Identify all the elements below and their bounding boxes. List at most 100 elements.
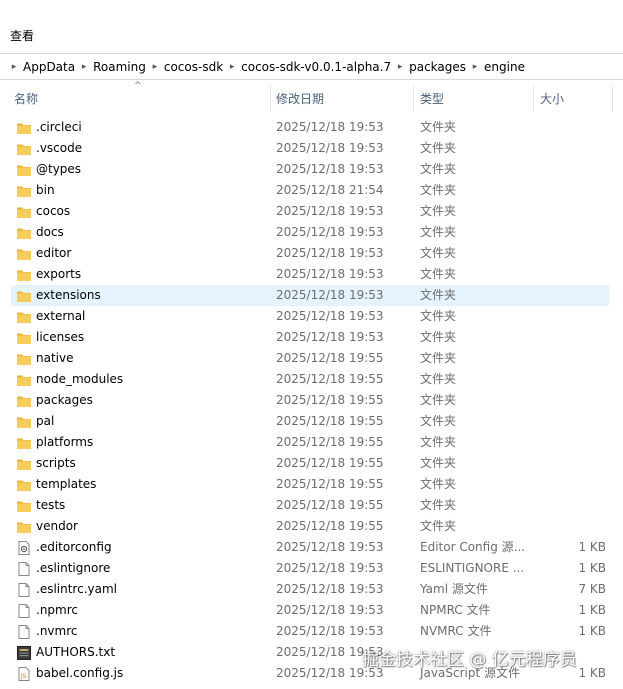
file-name[interactable]: bin <box>36 180 55 201</box>
column-size[interactable]: 大小 <box>540 84 564 114</box>
file-type: 文件夹 <box>420 414 457 428</box>
chevron-right-icon[interactable]: ▸ <box>394 62 406 72</box>
folder-row[interactable]: bin 2025/12/18 21:54 文件夹 <box>0 180 623 201</box>
folder-row[interactable]: editor 2025/12/18 19:53 文件夹 <box>0 243 623 264</box>
file-name[interactable]: .nvmrc <box>36 621 77 642</box>
folder-row[interactable]: licenses 2025/12/18 19:53 文件夹 <box>0 327 623 348</box>
chevron-right-icon[interactable]: ▸ <box>149 62 161 72</box>
folder-icon <box>16 351 32 367</box>
file-name[interactable]: templates <box>36 474 96 495</box>
file-type: 文件夹 <box>420 162 457 176</box>
chevron-right-icon[interactable]: ▸ <box>226 62 238 72</box>
file-date: 2025/12/18 19:53 <box>276 141 384 155</box>
file-name[interactable]: .editorconfig <box>36 537 112 558</box>
folder-icon <box>16 246 32 262</box>
config-file-icon <box>16 540 32 556</box>
file-name[interactable]: external <box>36 306 85 327</box>
file-name[interactable]: pal <box>36 411 54 432</box>
folder-row[interactable]: scripts 2025/12/18 19:55 文件夹 <box>0 453 623 474</box>
column-divider[interactable] <box>533 86 534 112</box>
file-icon <box>16 561 32 577</box>
file-name[interactable]: editor <box>36 243 71 264</box>
folder-row[interactable]: tests 2025/12/18 19:55 文件夹 <box>0 495 623 516</box>
file-row[interactable]: .editorconfig 2025/12/18 19:53 Editor Conf… <box>0 537 623 558</box>
address-bar[interactable]: ▸ AppData ▸ Roaming ▸ cocos-sdk ▸ cocos-sdk-v0.… <box>0 53 623 80</box>
file-name[interactable]: exports <box>36 264 81 285</box>
file-name[interactable]: packages <box>36 390 93 411</box>
file-name[interactable]: .circleci <box>36 117 82 138</box>
file-name[interactable]: extensions <box>36 285 101 306</box>
file-type: 文件夹 <box>420 183 457 197</box>
watermark: 掘金技术社区 @ 亿元程序员 <box>362 650 577 670</box>
file-name[interactable]: docs <box>36 222 64 243</box>
breadcrumb-item[interactable]: Roaming <box>90 60 149 74</box>
file-row[interactable]: .eslintignore 2025/12/18 19:53 ESLINTIGNOR… <box>0 558 623 579</box>
file-row[interactable]: .nvmrc 2025/12/18 19:53 NVMRC 文件 1 KB <box>0 621 623 642</box>
file-name[interactable]: .eslintrc.yaml <box>36 579 117 600</box>
folder-icon <box>16 519 32 535</box>
breadcrumb-item[interactable]: cocos-sdk-v0.0.1-alpha.7 <box>238 60 394 74</box>
folder-row[interactable]: cocos 2025/12/18 19:53 文件夹 <box>0 201 623 222</box>
column-divider[interactable] <box>270 86 271 112</box>
breadcrumb-item[interactable]: AppData <box>20 60 78 74</box>
column-divider[interactable] <box>612 86 613 112</box>
folder-row[interactable]: node_modules 2025/12/18 19:55 文件夹 <box>0 369 623 390</box>
file-name[interactable]: babel.config.js <box>36 663 123 684</box>
file-name[interactable]: tests <box>36 495 65 516</box>
folder-row[interactable]: external 2025/12/18 19:53 文件夹 <box>0 306 623 327</box>
file-date: 2025/12/18 19:53 <box>276 267 384 281</box>
folder-row[interactable]: templates 2025/12/18 19:55 文件夹 <box>0 474 623 495</box>
file-name[interactable]: .vscode <box>36 138 82 159</box>
file-name[interactable]: .eslintignore <box>36 558 110 579</box>
file-name[interactable]: AUTHORS.txt <box>36 642 115 663</box>
folder-row[interactable]: docs 2025/12/18 19:53 文件夹 <box>0 222 623 243</box>
file-name[interactable]: @types <box>36 159 81 180</box>
folder-icon <box>16 435 32 451</box>
file-type: 文件夹 <box>420 120 457 134</box>
file-type: 文件夹 <box>420 141 457 155</box>
folder-row[interactable]: packages 2025/12/18 19:55 文件夹 <box>0 390 623 411</box>
menu-view[interactable]: 查看 <box>10 27 34 44</box>
file-name[interactable]: .npmrc <box>36 600 78 621</box>
chevron-right-icon[interactable]: ▸ <box>8 62 20 72</box>
file-type: Yaml 源文件 <box>420 582 488 596</box>
file-date: 2025/12/18 19:55 <box>276 351 384 365</box>
breadcrumb-item[interactable]: engine <box>481 60 528 74</box>
file-date: 2025/12/18 19:53 <box>276 162 384 176</box>
file-name[interactable]: scripts <box>36 453 76 474</box>
folder-row[interactable]: .circleci 2025/12/18 19:53 文件夹 <box>0 117 623 138</box>
text-file-icon <box>16 645 32 661</box>
folder-row[interactable]: native 2025/12/18 19:55 文件夹 <box>0 348 623 369</box>
column-date[interactable]: 修改日期 <box>276 84 324 114</box>
column-type[interactable]: 类型 <box>420 84 444 114</box>
breadcrumb-item[interactable]: cocos-sdk <box>161 60 226 74</box>
chevron-right-icon[interactable]: ▸ <box>78 62 90 72</box>
folder-row[interactable]: extensions 2025/12/18 19:53 文件夹 <box>0 285 623 306</box>
file-name[interactable]: platforms <box>36 432 93 453</box>
column-divider[interactable] <box>413 86 414 112</box>
folder-icon <box>16 141 32 157</box>
file-date: 2025/12/18 19:55 <box>276 393 384 407</box>
file-name[interactable]: licenses <box>36 327 84 348</box>
file-name[interactable]: cocos <box>36 201 70 222</box>
chevron-right-icon[interactable]: ▸ <box>469 62 481 72</box>
folder-row[interactable]: vendor 2025/12/18 19:55 文件夹 <box>0 516 623 537</box>
folder-icon <box>16 477 32 493</box>
breadcrumb-item[interactable]: packages <box>406 60 469 74</box>
file-row[interactable]: .eslintrc.yaml 2025/12/18 19:53 Yaml 源文件 7 … <box>0 579 623 600</box>
file-row[interactable]: .npmrc 2025/12/18 19:53 NPMRC 文件 1 KB <box>0 600 623 621</box>
file-type: 文件夹 <box>420 225 457 239</box>
file-date: 2025/12/18 19:53 <box>276 330 384 344</box>
folder-row[interactable]: @types 2025/12/18 19:53 文件夹 <box>0 159 623 180</box>
file-date: 2025/12/18 19:53 <box>276 624 384 638</box>
folder-icon <box>16 414 32 430</box>
folder-row[interactable]: exports 2025/12/18 19:53 文件夹 <box>0 264 623 285</box>
column-name[interactable]: 名称 <box>14 84 38 114</box>
folder-row[interactable]: platforms 2025/12/18 19:55 文件夹 <box>0 432 623 453</box>
folder-row[interactable]: .vscode 2025/12/18 19:53 文件夹 <box>0 138 623 159</box>
file-name[interactable]: vendor <box>36 516 78 537</box>
folder-icon <box>16 393 32 409</box>
folder-row[interactable]: pal 2025/12/18 19:55 文件夹 <box>0 411 623 432</box>
file-name[interactable]: node_modules <box>36 369 123 390</box>
file-name[interactable]: native <box>36 348 73 369</box>
